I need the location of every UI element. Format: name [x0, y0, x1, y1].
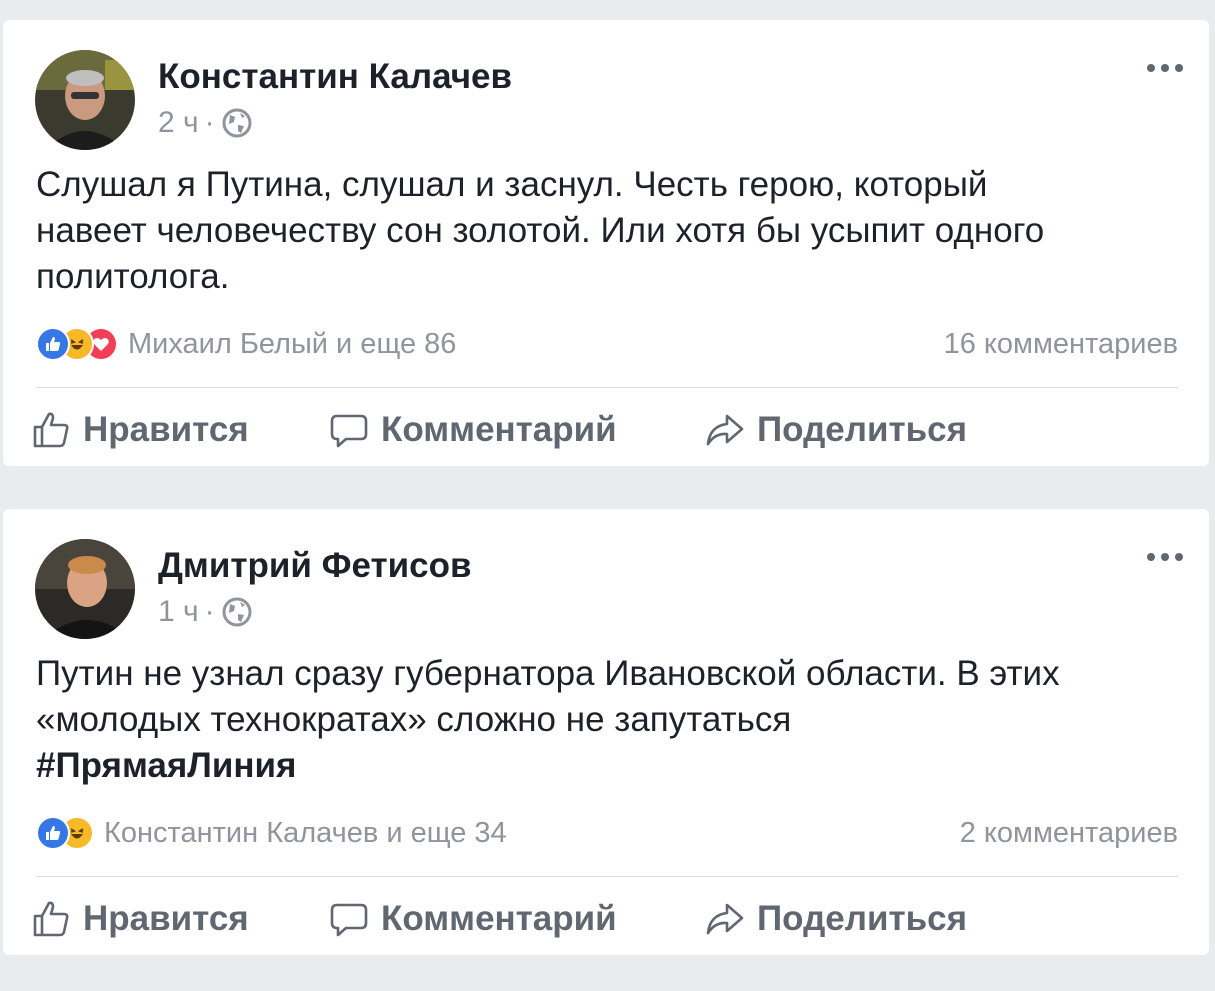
like-label: Нравится [83, 410, 249, 449]
post-text: Путин не узнал сразу губернатора Ивановс… [36, 651, 1186, 789]
post-meta: 2 ч · [158, 106, 253, 140]
post-card: Дмитрий Фетисов 1 ч · Путин не узнал сра… [3, 509, 1209, 955]
reactions-summary: Константин Калачев и еще 34 2 комментари… [36, 811, 1178, 855]
share-button[interactable]: Поделиться [705, 405, 967, 455]
post-text: Слушал я Путина, слушал и заснул. Честь … [36, 162, 1186, 300]
divider [36, 387, 1178, 388]
share-label: Поделиться [757, 899, 968, 938]
post-text-line: Слушал я Путина, слушал и заснул. Честь … [36, 165, 988, 204]
comments-count[interactable]: 2 комментариев [960, 817, 1178, 850]
post-text-line: политолога. [36, 257, 230, 296]
thumbs-up-icon [33, 412, 69, 448]
hashtag-link[interactable]: #ПрямаяЛиния [36, 743, 1186, 789]
comment-button[interactable]: Комментарий [329, 405, 617, 455]
post-card: Константин Калачев 2 ч · Слушал я Путина… [3, 20, 1209, 466]
reactions-left[interactable]: Михаил Белый и еще 86 [36, 327, 456, 361]
reaction-icons [36, 327, 118, 361]
comment-icon [330, 414, 368, 448]
like-label: Нравится [83, 899, 249, 938]
reactions-summary: Михаил Белый и еще 86 16 комментариев [36, 322, 1178, 366]
comment-icon [330, 903, 368, 937]
divider [36, 876, 1178, 877]
reactors-text: Михаил Белый и еще 86 [128, 327, 457, 360]
post-text-line: навеет человечеству сон золотой. Или хот… [36, 211, 1045, 250]
post-timestamp[interactable]: 1 ч [158, 595, 199, 629]
more-options-icon[interactable] [1147, 547, 1183, 567]
thumbs-up-icon [33, 901, 69, 937]
globe-icon [221, 596, 253, 628]
action-bar: Нравится Комментарий Поделиться [31, 894, 1181, 944]
post-timestamp[interactable]: 2 ч [158, 106, 199, 140]
share-icon [706, 903, 744, 935]
comment-button[interactable]: Комментарий [329, 894, 617, 944]
like-button[interactable]: Нравится [31, 894, 249, 944]
author-avatar[interactable] [35, 539, 135, 639]
like-reaction-icon [36, 816, 70, 850]
like-reaction-icon [36, 327, 70, 361]
reactors-text: Константин Калачев и еще 34 [104, 816, 507, 849]
post-meta: 1 ч · [158, 595, 253, 629]
like-button[interactable]: Нравится [31, 405, 249, 455]
action-bar: Нравится Комментарий Поделиться [31, 405, 1181, 455]
meta-separator: · [204, 595, 215, 628]
post-text-line: Путин не узнал сразу губернатора Ивановс… [36, 654, 1060, 693]
share-button[interactable]: Поделиться [705, 894, 967, 944]
comment-label: Комментарий [381, 410, 617, 449]
reactions-left[interactable]: Константин Калачев и еще 34 [36, 816, 507, 850]
author-avatar[interactable] [35, 50, 135, 150]
meta-separator: · [204, 106, 215, 139]
globe-icon [221, 107, 253, 139]
share-icon [706, 414, 744, 446]
author-name[interactable]: Дмитрий Фетисов [158, 546, 472, 586]
comments-count[interactable]: 16 комментариев [944, 328, 1178, 361]
reaction-icons [36, 816, 94, 850]
author-name[interactable]: Константин Калачев [158, 57, 512, 97]
comment-label: Комментарий [381, 899, 617, 938]
more-options-icon[interactable] [1147, 58, 1183, 78]
share-label: Поделиться [757, 410, 968, 449]
post-text-line: «молодых технократах» сложно не запутать… [36, 700, 792, 739]
